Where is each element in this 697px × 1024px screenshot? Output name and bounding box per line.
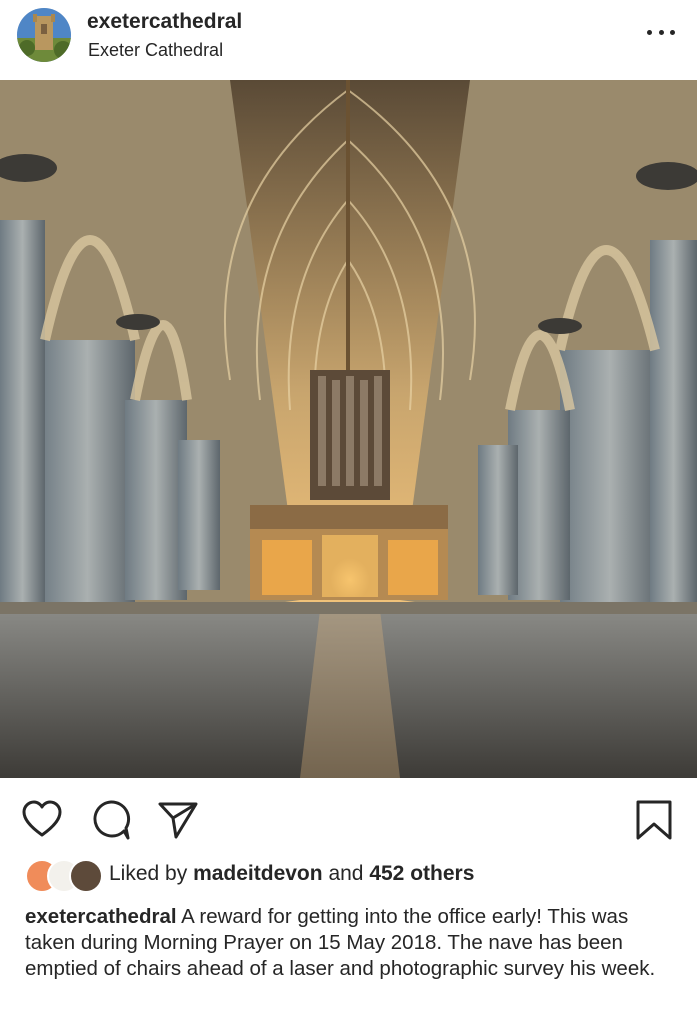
post-location[interactable]: Exeter Cathedral bbox=[88, 40, 223, 61]
post-actions bbox=[0, 790, 697, 850]
post-photo[interactable] bbox=[0, 80, 697, 778]
caption-username[interactable]: exetercathedral bbox=[25, 905, 177, 928]
more-options-icon[interactable] bbox=[647, 22, 675, 42]
liked-by-user[interactable]: madeitdevon bbox=[193, 862, 323, 885]
liker-avatar[interactable] bbox=[69, 859, 103, 893]
dot bbox=[647, 29, 652, 35]
likes-row: Liked by madeitdevon and 452 others bbox=[0, 855, 697, 895]
liked-by-prefix: Liked by bbox=[109, 862, 188, 885]
post-caption: exetercathedral A reward for getting int… bbox=[25, 904, 675, 982]
liked-avatars bbox=[25, 859, 105, 893]
share-icon[interactable] bbox=[156, 798, 200, 842]
post-header: exetercathedral Exeter Cathedral bbox=[0, 0, 697, 80]
liked-by-and: and bbox=[328, 862, 364, 885]
liked-by-text: Liked by madeitdevon and 452 others bbox=[109, 862, 474, 886]
dot bbox=[658, 29, 664, 35]
liked-by-others[interactable]: 452 others bbox=[369, 862, 474, 885]
post-username[interactable]: exetercathedral bbox=[87, 10, 242, 34]
profile-avatar[interactable] bbox=[17, 8, 71, 62]
comment-icon[interactable] bbox=[89, 798, 133, 842]
dot bbox=[670, 29, 675, 35]
bookmark-icon[interactable] bbox=[632, 798, 676, 842]
heart-icon[interactable] bbox=[20, 798, 64, 842]
